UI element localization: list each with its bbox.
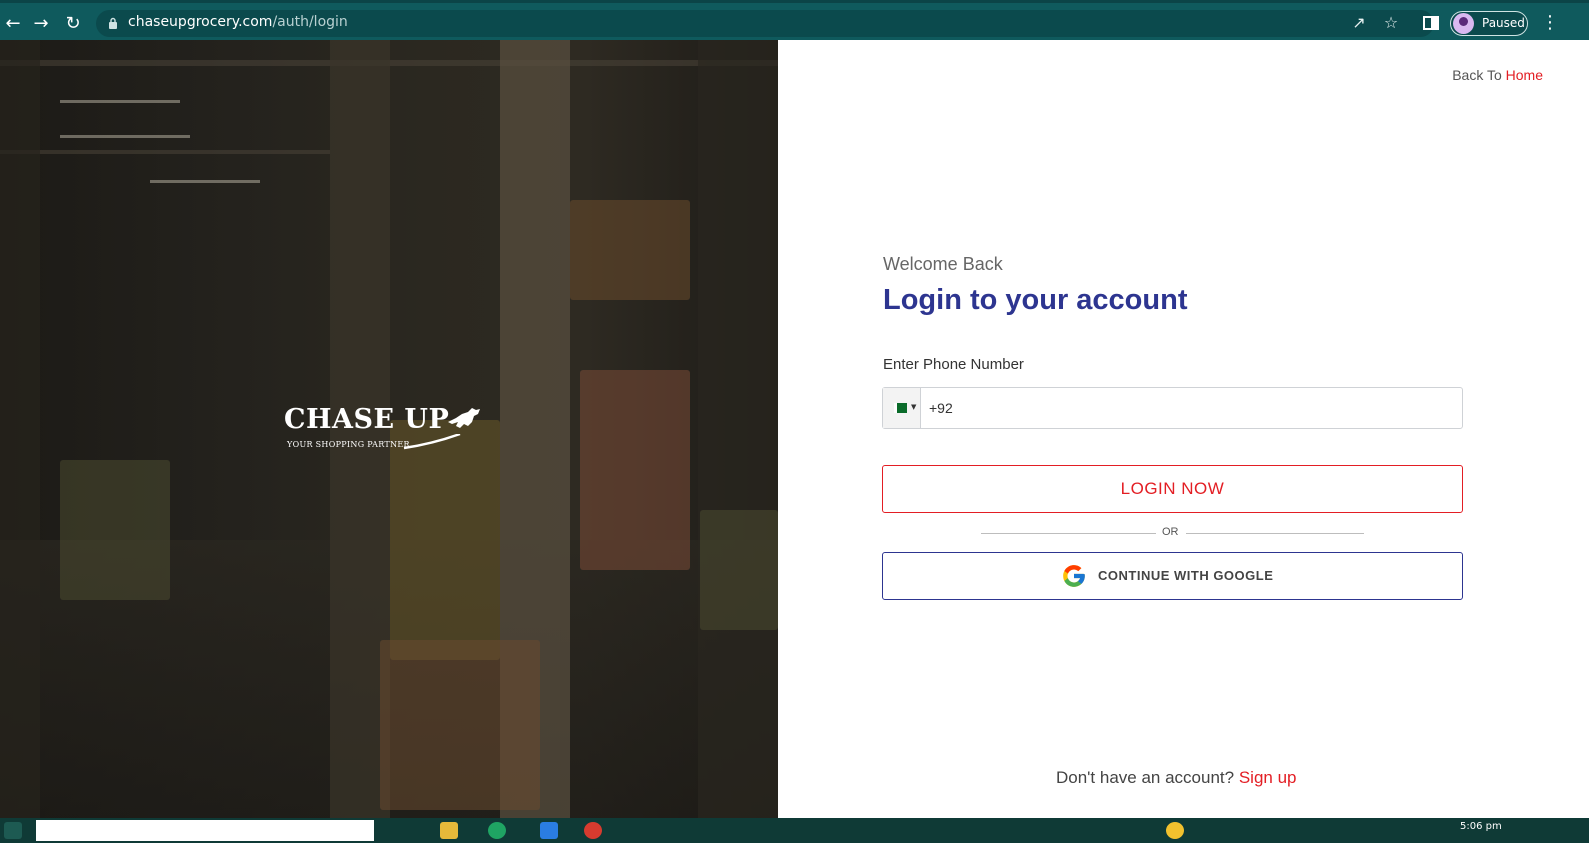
google-login-button[interactable]: CONTINUE WITH GOOGLE bbox=[882, 552, 1463, 600]
back-to-home: Back To Home bbox=[1452, 67, 1543, 83]
forward-arrow-icon[interactable]: → bbox=[30, 13, 52, 35]
home-link[interactable]: Home bbox=[1506, 67, 1543, 83]
star-icon[interactable]: ☆ bbox=[1381, 13, 1401, 33]
browser-toolbar: ← → ↻ chaseupgrocery.com/auth/login ↗ ☆ … bbox=[0, 0, 1589, 40]
page-title: Login to your account bbox=[883, 284, 1188, 316]
back-arrow-icon[interactable]: ← bbox=[2, 13, 24, 35]
or-divider: OR bbox=[981, 525, 1364, 541]
shelf-goods bbox=[580, 370, 690, 570]
folder-icon[interactable] bbox=[440, 822, 458, 839]
side-panel-icon[interactable] bbox=[1421, 13, 1441, 33]
vscode-icon[interactable] bbox=[540, 822, 558, 839]
shelf-unit bbox=[698, 40, 778, 818]
url-text: chaseupgrocery.com/auth/login bbox=[128, 14, 348, 30]
shelf-goods bbox=[390, 420, 500, 660]
phone-field: ▼ bbox=[882, 387, 1463, 429]
chrome-icon[interactable] bbox=[584, 822, 602, 839]
hero-image-panel: CHASE UP YOUR SHOPPING PARTNER bbox=[0, 40, 778, 818]
brand-name: CHASE UP bbox=[284, 404, 450, 435]
pakistan-flag-icon bbox=[894, 403, 907, 413]
caret-down-icon: ▼ bbox=[911, 403, 917, 411]
address-bar[interactable]: chaseupgrocery.com/auth/login bbox=[96, 10, 1434, 37]
taskbar-search[interactable] bbox=[36, 820, 374, 841]
login-panel: Back To Home Welcome Back Login to your … bbox=[778, 40, 1589, 818]
welcome-text: Welcome Back bbox=[883, 254, 1003, 274]
kebab-menu-icon[interactable]: ⋮ bbox=[1541, 12, 1559, 34]
share-icon[interactable]: ↗ bbox=[1349, 13, 1369, 33]
weather-icon[interactable] bbox=[1166, 822, 1184, 839]
phone-label: Enter Phone Number bbox=[883, 356, 1024, 373]
back-to-label: Back To bbox=[1452, 67, 1502, 83]
swoosh-icon bbox=[403, 434, 461, 450]
signup-link[interactable]: Sign up bbox=[1239, 768, 1297, 787]
ceiling-light bbox=[60, 100, 180, 103]
profile-status: Paused bbox=[1482, 16, 1525, 30]
signup-prompt: Don't have an account? Sign up bbox=[1056, 768, 1297, 788]
login-button[interactable]: LOGIN NOW bbox=[882, 465, 1463, 513]
profile-button[interactable]: Paused bbox=[1450, 11, 1528, 36]
shelf-goods bbox=[570, 200, 690, 300]
divider-line bbox=[1186, 533, 1364, 534]
google-icon bbox=[1063, 565, 1085, 587]
shelf-goods bbox=[700, 510, 778, 630]
signup-prompt-text: Don't have an account? bbox=[1056, 768, 1235, 787]
brand-tagline: YOUR SHOPPING PARTNER bbox=[287, 440, 410, 449]
google-button-label: CONTINUE WITH GOOGLE bbox=[1098, 568, 1274, 583]
ceiling-light bbox=[60, 135, 190, 138]
ceiling-light bbox=[150, 180, 260, 183]
taskbar-clock: 5:06 pm bbox=[1460, 821, 1502, 832]
start-icon[interactable] bbox=[4, 822, 22, 839]
phone-input[interactable] bbox=[929, 397, 1449, 419]
brand-logo: CHASE UP YOUR SHOPPING PARTNER bbox=[284, 404, 484, 454]
divider-line bbox=[981, 533, 1156, 534]
or-text: OR bbox=[1162, 526, 1179, 538]
shelf-goods bbox=[60, 460, 170, 600]
whatsapp-icon[interactable] bbox=[488, 822, 506, 839]
country-selector[interactable]: ▼ bbox=[883, 388, 921, 428]
shelf-unit bbox=[0, 40, 40, 818]
shelf-goods bbox=[380, 640, 540, 810]
avatar bbox=[1453, 13, 1474, 34]
lock-icon bbox=[109, 17, 117, 29]
ceiling-beam bbox=[0, 150, 330, 154]
url-path: /auth/login bbox=[272, 14, 348, 30]
reload-icon[interactable]: ↻ bbox=[62, 13, 84, 35]
horse-icon bbox=[448, 408, 480, 428]
url-domain: chaseupgrocery.com bbox=[128, 14, 273, 30]
os-taskbar: 5:06 pm bbox=[0, 818, 1589, 843]
